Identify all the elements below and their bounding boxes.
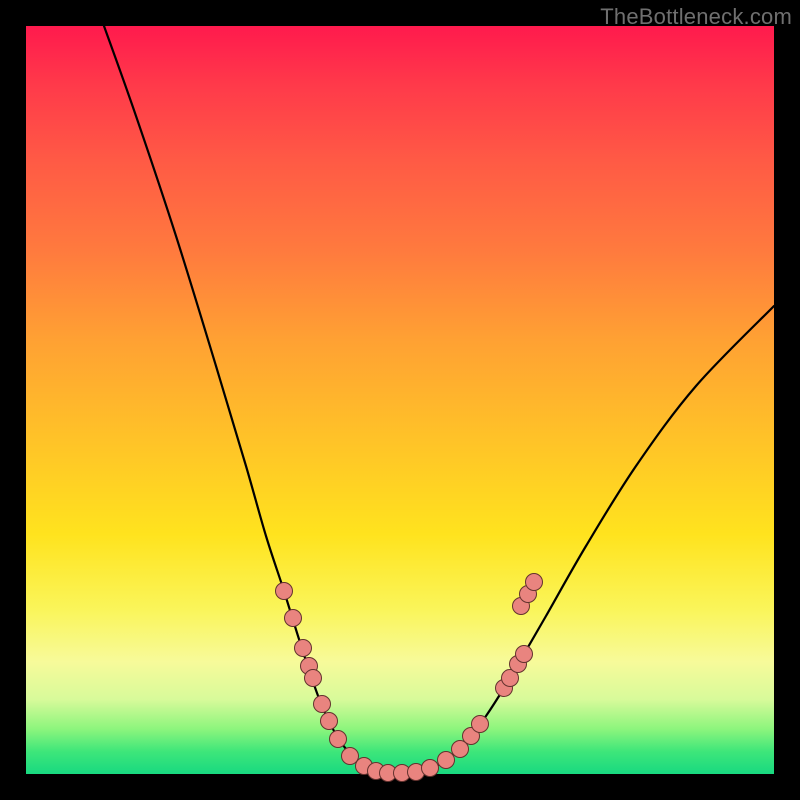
curve-marker (438, 752, 455, 769)
curve-marker (276, 583, 293, 600)
curve-marker (285, 610, 302, 627)
curve-marker (314, 696, 331, 713)
curve-marker (330, 731, 347, 748)
curve-marker (516, 646, 533, 663)
curve-layer (26, 26, 774, 774)
chart-frame: TheBottleneck.com (0, 0, 800, 800)
curve-marker (472, 716, 489, 733)
bottleneck-curve (104, 26, 774, 773)
curve-marker (305, 670, 322, 687)
curve-marker (321, 713, 338, 730)
curve-marker (422, 760, 439, 777)
curve-marker (295, 640, 312, 657)
curve-marker (526, 574, 543, 591)
plot-area (26, 26, 774, 774)
marker-group (276, 574, 543, 782)
curve-marker (342, 748, 359, 765)
watermark-text: TheBottleneck.com (600, 4, 792, 30)
